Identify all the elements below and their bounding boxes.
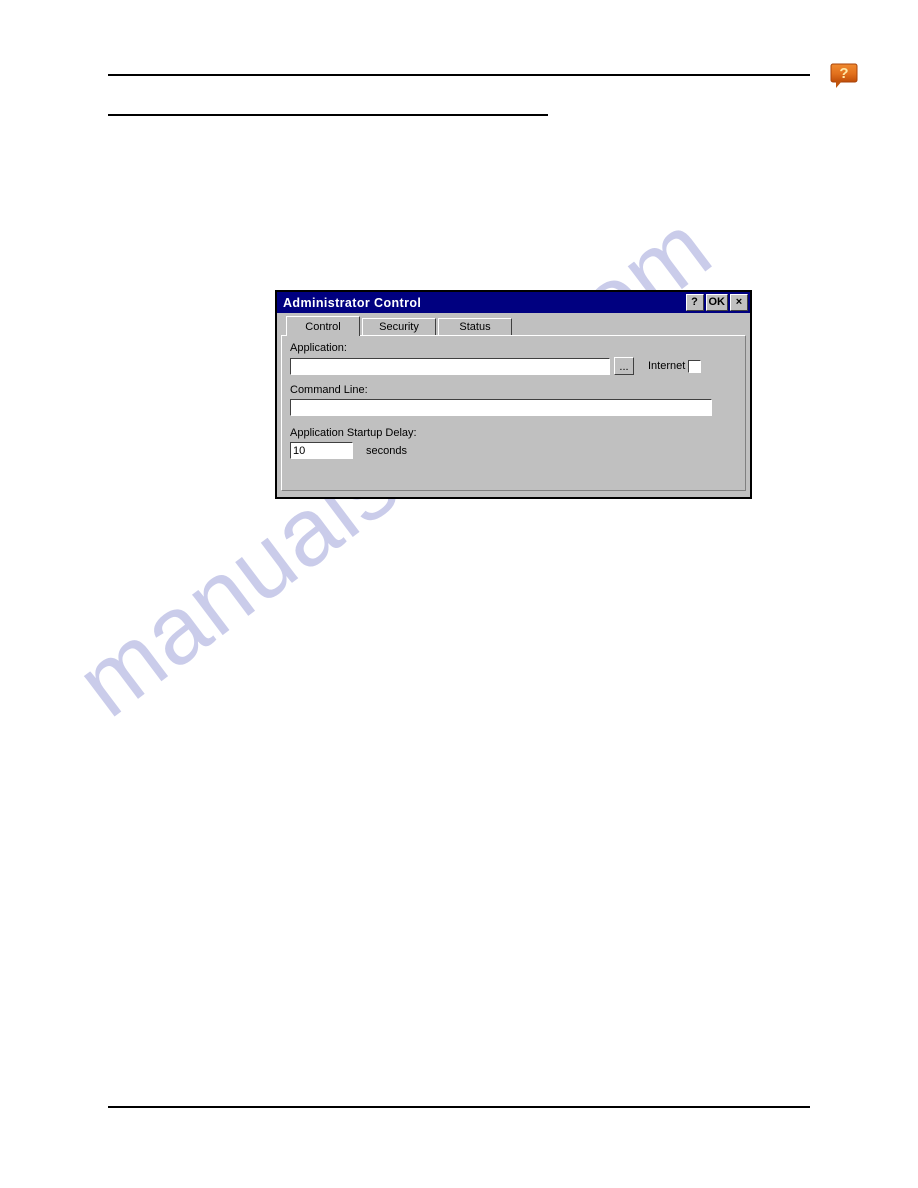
control-tab-panel: Application: ... Internet Command Line: … [281,335,746,491]
ok-button[interactable]: OK [705,294,728,311]
application-label: Application: [290,342,347,354]
command-line-input[interactable] [290,399,712,417]
help-button[interactable]: ? [685,294,704,311]
tab-status[interactable]: Status [438,318,512,335]
help-bubble-icon[interactable]: ? [828,60,860,92]
dialog-title: Administrator Control [283,295,422,310]
svg-text:?: ? [839,65,848,82]
titlebar-button-group: ? OK × [685,294,748,311]
tab-control[interactable]: Control [286,316,360,336]
header-rule-sub [108,114,548,116]
footer-rule [108,1106,810,1108]
browse-button[interactable]: ... [614,357,634,376]
help-bubble-svg: ? [830,63,858,88]
spacer-application-command [290,375,737,384]
tab-security[interactable]: Security [362,318,436,335]
close-button[interactable]: × [730,294,748,311]
administrator-control-dialog: Administrator Control ? OK × Control Sec… [275,290,752,499]
startup-delay-row: seconds [290,442,737,460]
header-rule-top [108,74,810,76]
dialog-titlebar[interactable]: Administrator Control ? OK × [277,292,750,313]
seconds-label: seconds [366,444,407,457]
command-line-row [290,399,737,417]
internet-label: Internet [648,360,686,373]
application-row: ... Internet [290,357,737,376]
spacer-command-delay [290,416,737,427]
internet-checkbox[interactable] [688,359,702,373]
dialog-tabstrip: Control Security Status [277,316,750,336]
application-input[interactable] [290,357,610,375]
startup-delay-label: Application Startup Delay: [290,427,417,440]
startup-delay-input[interactable] [290,442,353,460]
command-line-label: Command Line: [290,384,368,397]
